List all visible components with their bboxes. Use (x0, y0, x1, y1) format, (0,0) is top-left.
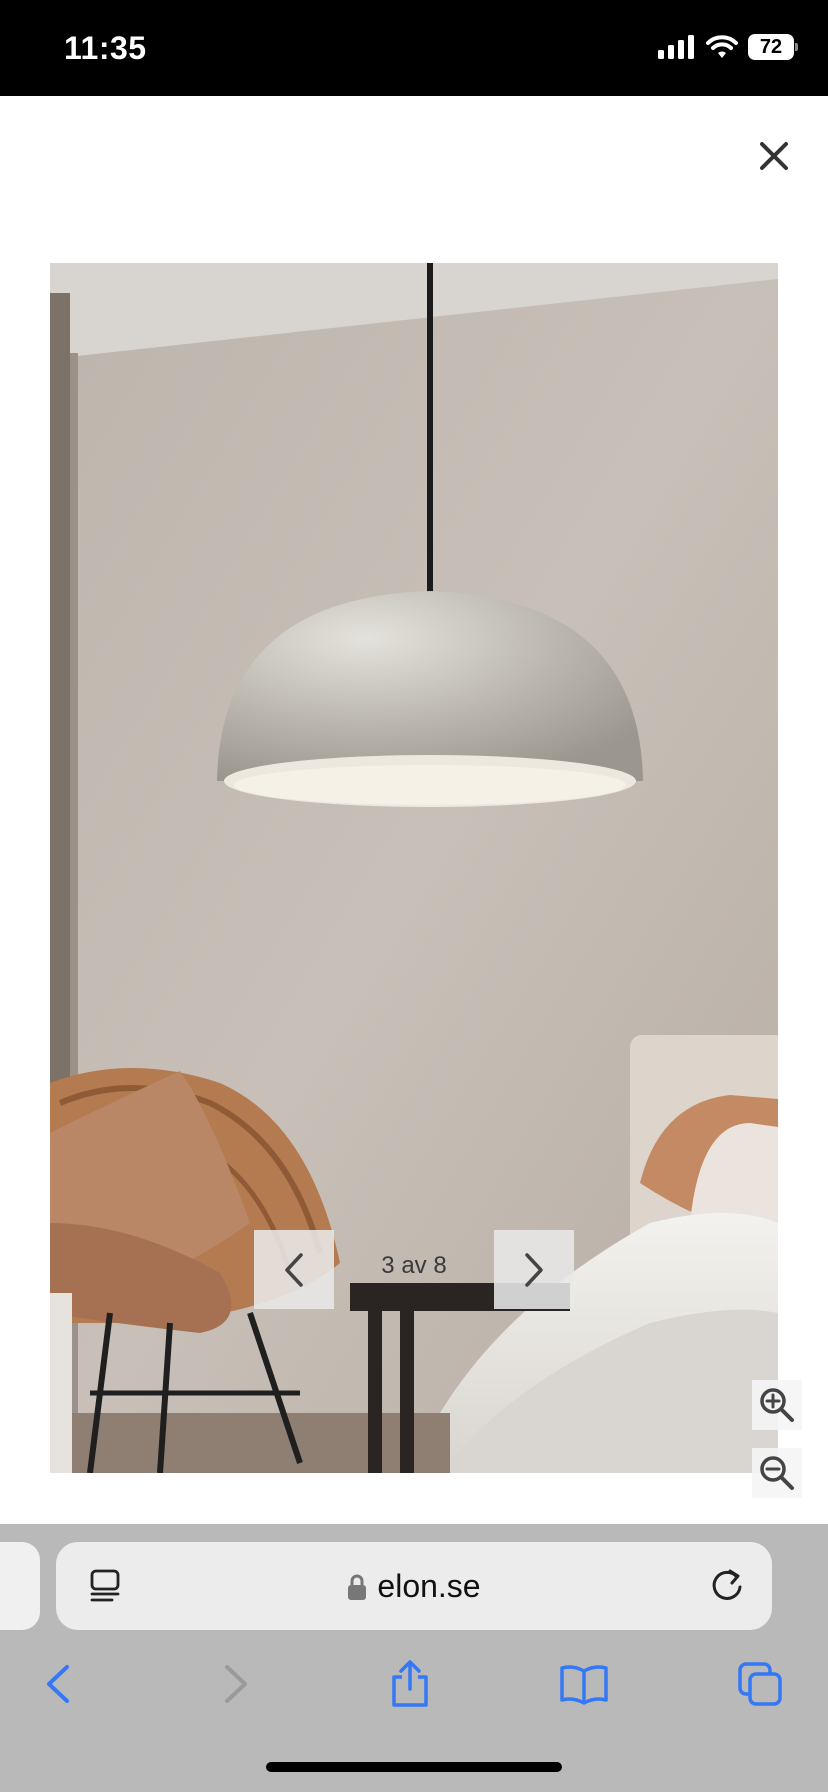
chevron-right-icon (525, 1252, 543, 1287)
share-button[interactable] (380, 1654, 440, 1714)
battery-icon: 72 (748, 34, 798, 60)
status-time: 11:35 (64, 30, 147, 66)
browser-toolbar: elon.se (0, 1524, 828, 1792)
url-display[interactable]: elon.se (56, 1568, 772, 1605)
bookmarks-button[interactable] (554, 1654, 614, 1714)
product-photo[interactable] (50, 263, 778, 1473)
share-icon (392, 1660, 428, 1707)
reload-button[interactable] (708, 1566, 746, 1609)
status-bar: 11:35 72 (0, 0, 828, 96)
status-indicators: 72 (658, 34, 798, 60)
image-counter: 3 av 8 (381, 1252, 447, 1279)
reload-icon (712, 1569, 742, 1600)
next-image-button[interactable] (494, 1230, 574, 1309)
zoom-out-icon (760, 1456, 794, 1490)
forward-icon (225, 1665, 247, 1703)
cellular-signal-icon (658, 35, 694, 59)
zoom-out-button[interactable] (752, 1448, 802, 1498)
battery-level: 72 (748, 34, 794, 60)
tabs-icon (738, 1662, 782, 1706)
tabs-button[interactable] (730, 1654, 790, 1714)
zoom-in-icon (760, 1388, 794, 1422)
close-button[interactable] (748, 130, 800, 182)
zoom-in-button[interactable] (752, 1380, 802, 1430)
previous-tab-preview[interactable] (0, 1542, 40, 1630)
lock-icon (348, 1574, 367, 1600)
chevron-left-icon (285, 1252, 303, 1287)
address-bar[interactable]: elon.se (56, 1542, 772, 1630)
back-button[interactable] (28, 1654, 88, 1714)
bookmarks-icon (560, 1665, 608, 1705)
url-text: elon.se (377, 1568, 481, 1604)
wifi-icon (706, 35, 738, 58)
close-icon (760, 142, 788, 170)
previous-image-button[interactable] (254, 1230, 334, 1309)
home-indicator (266, 1762, 562, 1772)
forward-button[interactable] (206, 1654, 266, 1714)
back-icon (47, 1665, 69, 1703)
